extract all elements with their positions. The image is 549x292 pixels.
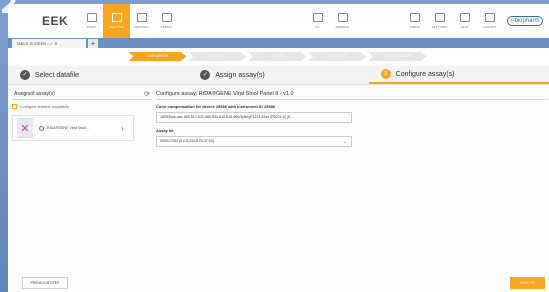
wizard-step-exports[interactable]: EXPORTS (248, 52, 307, 61)
assigned-assays-title: Assigned assay(s) (14, 90, 55, 97)
refresh-icon[interactable]: ⟳ (144, 90, 150, 98)
home-icon (86, 13, 97, 22)
wizard-step-reports[interactable]: REPORTS (308, 52, 367, 61)
analyze-button[interactable]: ANALYZE (510, 277, 545, 289)
chevron-right-icon[interactable]: › (121, 124, 133, 133)
add-tab-button[interactable]: + (88, 39, 98, 48)
nav-analysis[interactable]: ANALYSIS (103, 4, 130, 38)
configure-assay-panel: Configure assay: RIDA®GENE Viral Stool P… (156, 88, 548, 147)
help-icon (459, 13, 470, 22)
configure-subsets-option[interactable]: Configure subsets separately (12, 104, 152, 109)
assay-card[interactable]: ✕ RIDA®GENE Viral Stool... › (12, 115, 134, 141)
nav-logout[interactable]: LOGOUT (476, 4, 503, 38)
users-icon (409, 13, 420, 22)
nav-devices[interactable]: DEVICES (128, 4, 155, 38)
valid-icon (39, 125, 44, 131)
nav-settings[interactable]: SETTINGS (426, 4, 453, 38)
logout-icon (484, 13, 495, 22)
previous-step-button[interactable]: PREVIOUS STEP (22, 277, 68, 289)
step-configure-assays[interactable]: 3 Configure assay(s) (368, 66, 549, 84)
assay-kit-select[interactable]: 000017353 (01/11/2018 23:37:05) ⌄ (156, 136, 352, 147)
nav-start[interactable]: START (78, 4, 105, 38)
assigned-assays-panel: Assigned assay(s) ⟳ Configure subsets se… (12, 88, 152, 268)
nav-kennis[interactable]: KENNIS (153, 4, 180, 38)
step-number-icon: 3 (380, 69, 391, 79)
settings-icon (434, 13, 445, 22)
app-brand: EEK (42, 14, 69, 28)
configure-subsets-checkbox[interactable] (12, 104, 17, 109)
assay-kit-label: Assay kit (156, 128, 174, 133)
brand-logo: r-biopharm (507, 16, 543, 26)
wizard-step-report-viewer[interactable]: REPORT VIEWER (368, 52, 427, 61)
step-assign-assays[interactable]: ✓ Assign assay(s) (188, 66, 368, 84)
steps-bar: ✓ Select datafile ✓ Assign assay(s) 3 Co… (8, 66, 549, 85)
main-content: LIVE WATCH RESULTS EXPORTS REPORTS REPOR… (8, 48, 549, 292)
tab-strip: TABLE SCREEN • ✓ ✕ + (8, 38, 549, 48)
check-icon: ✓ (200, 70, 211, 80)
analysis-icon (111, 13, 122, 22)
top-app-bar: EEK START ANALYSIS DEVICES KENNIS QC ARC… (8, 4, 549, 38)
wizard-step-results[interactable]: RESULTS (188, 52, 247, 61)
devices-icon (136, 13, 147, 22)
chevron-down-icon: ⌄ (343, 139, 347, 144)
archive-icon (337, 13, 348, 22)
qc-icon (312, 13, 323, 22)
wizard-step-live-watch[interactable]: LIVE WATCH (128, 52, 187, 61)
assay-name: RIDA®GENE Viral Stool... (47, 126, 89, 130)
nav-help[interactable]: HELP (451, 4, 478, 38)
workflow-wizard: LIVE WATCH RESULTS EXPORTS REPORTS REPOR… (8, 48, 549, 65)
check-icon: ✓ (20, 70, 30, 80)
color-compensation-label: Color compensation for device 25586 with… (156, 104, 276, 109)
nav-qc[interactable]: QC (304, 4, 331, 38)
configure-assay-title: Configure assay: RIDA®GENE Viral Stool P… (156, 88, 548, 100)
kit-icon (161, 13, 172, 22)
color-compensation-field[interactable]: 160530ss-nav 465-510,533-580,533-610,618… (156, 112, 352, 123)
tab-table-screen[interactable]: TABLE SCREEN • ✓ ✕ (12, 39, 86, 48)
dna-icon: ✕ (17, 118, 33, 138)
nav-users[interactable]: USERS (401, 4, 428, 38)
nav-archive[interactable]: ARCHIVE (329, 4, 356, 38)
step-select-datafile[interactable]: ✓ Select datafile (8, 66, 188, 84)
footer-bar: PREVIOUS STEP ANALYZE (8, 274, 549, 292)
